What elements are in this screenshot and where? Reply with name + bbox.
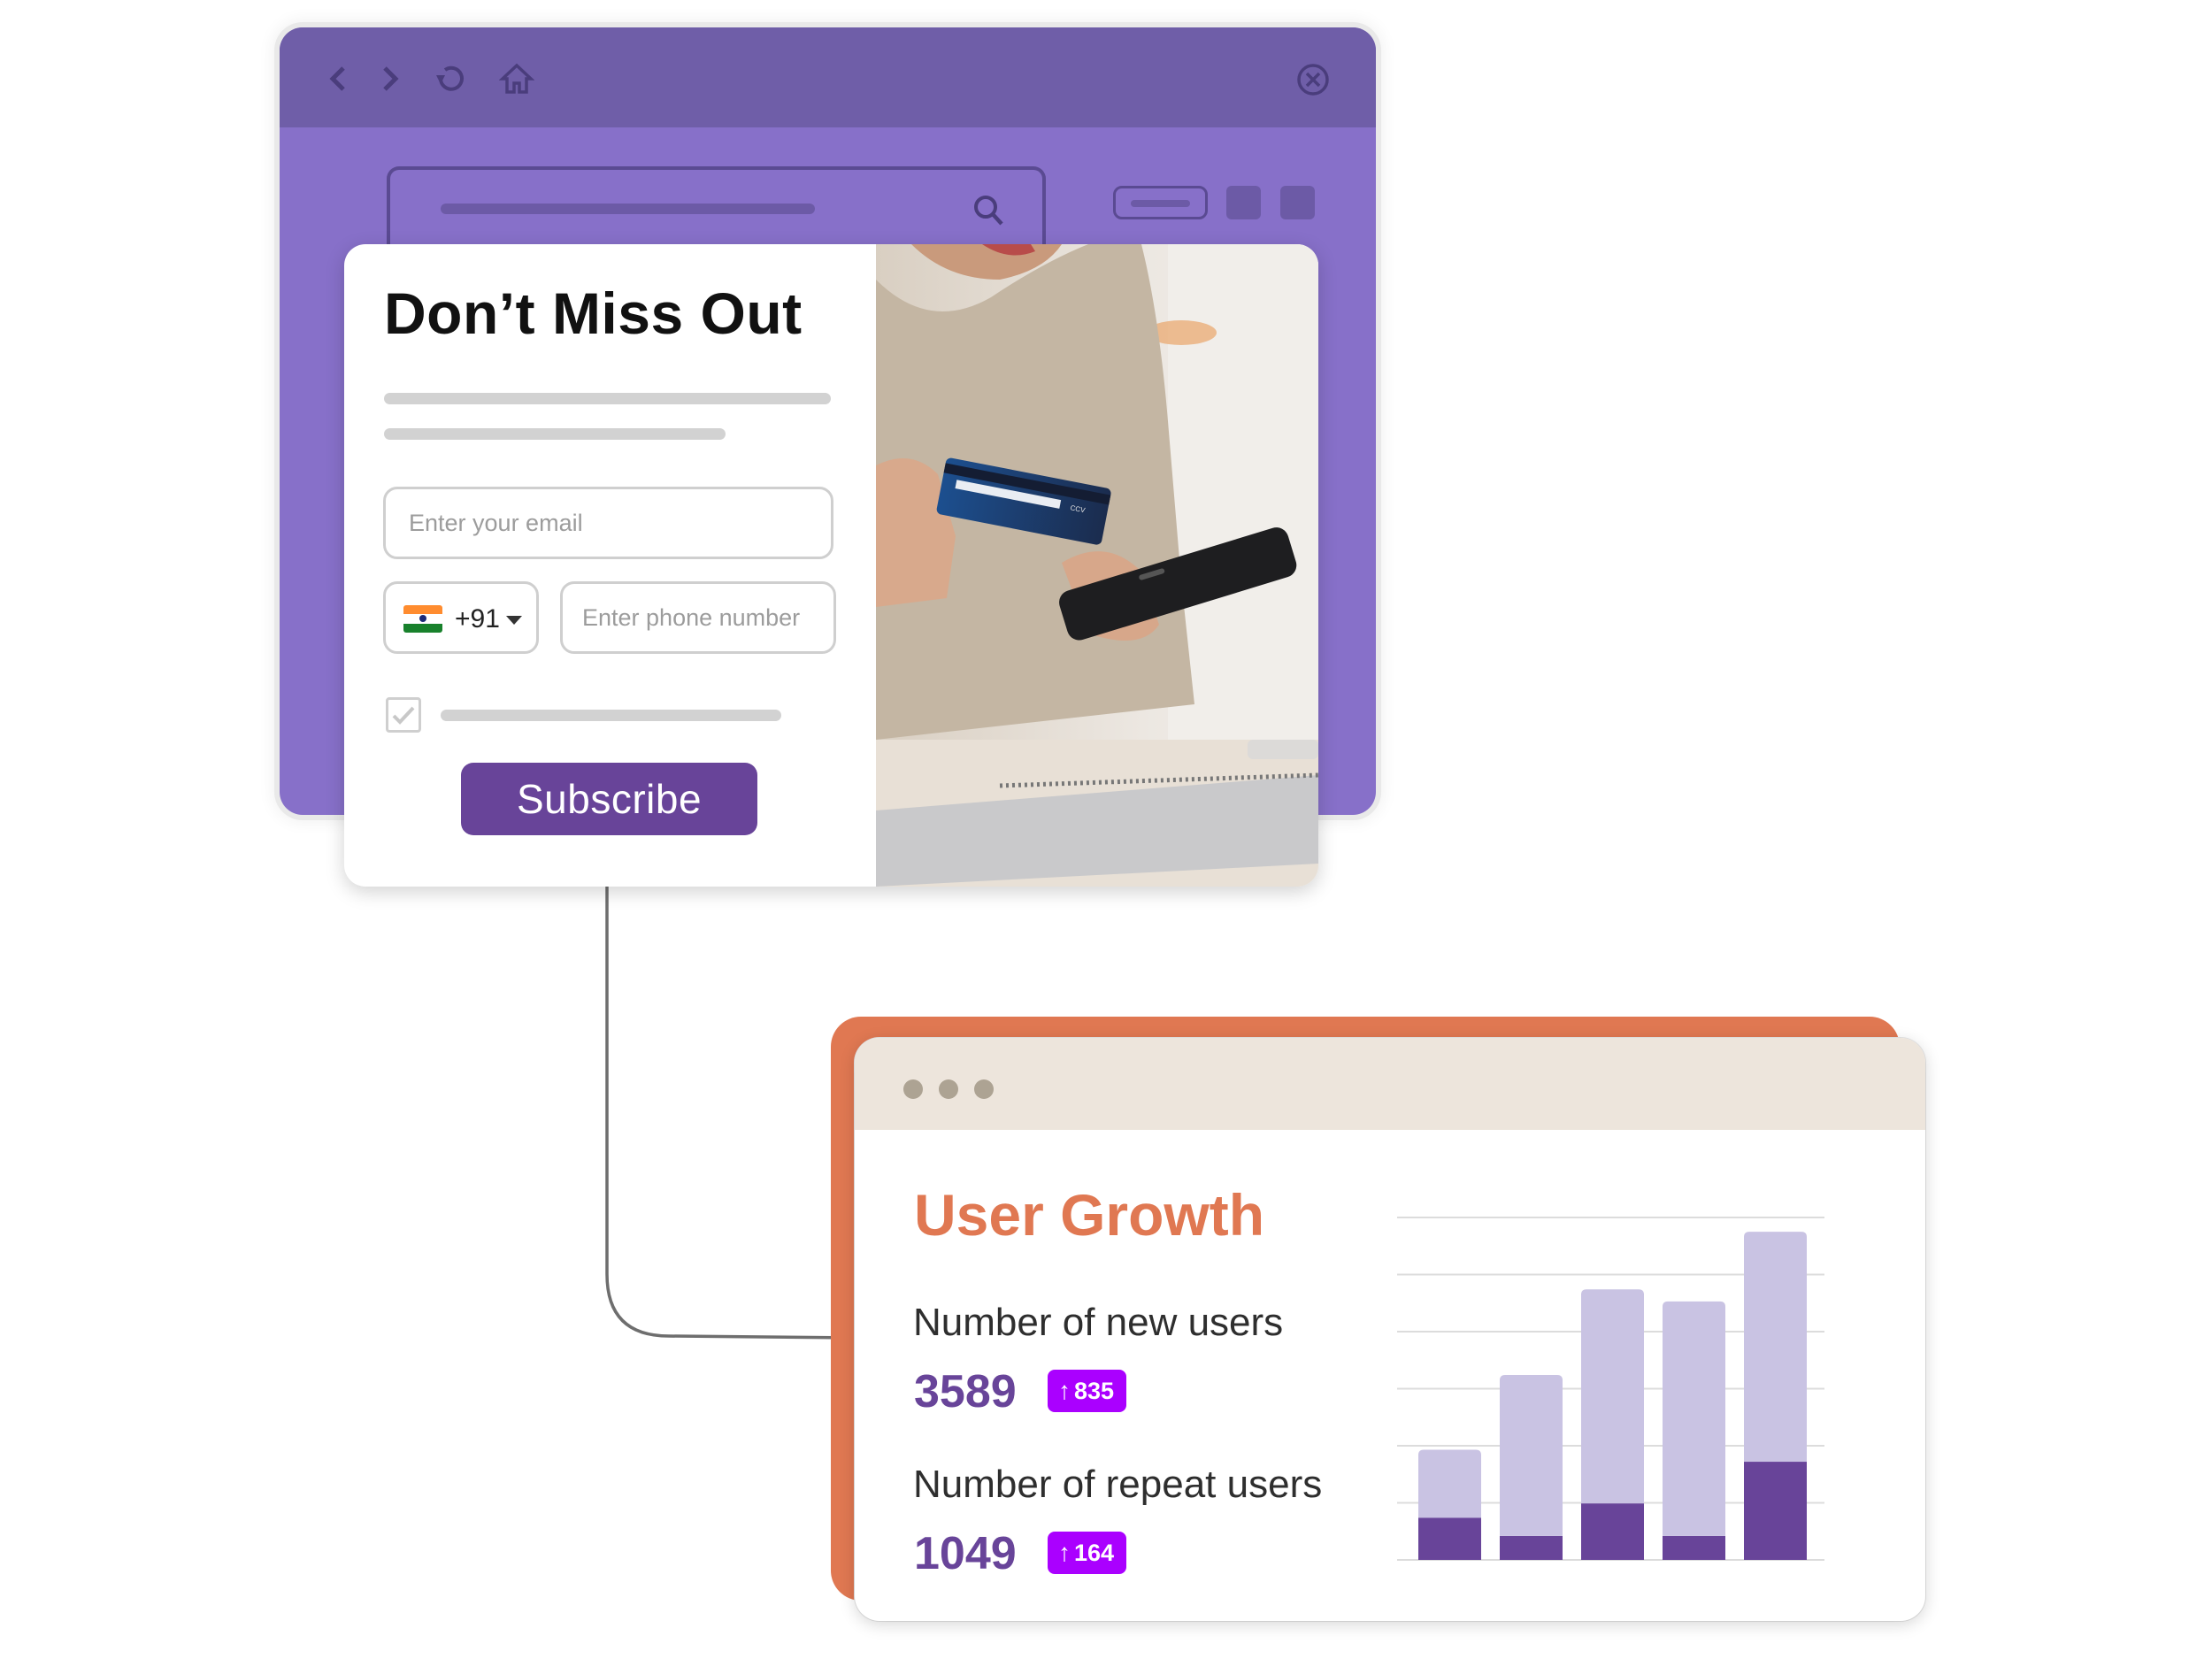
address-bar[interactable] — [387, 166, 1046, 246]
chevron-down-icon — [506, 616, 522, 625]
email-field[interactable] — [383, 487, 833, 559]
browser-toolbar — [280, 27, 1376, 127]
new-users-value: 3589 — [914, 1366, 1017, 1417]
checkmark-icon — [392, 706, 415, 725]
email-input[interactable] — [386, 489, 831, 557]
india-flag-icon — [403, 605, 442, 633]
user-growth-dashboard: User Growth Number of new users 3589 ↑ 83… — [855, 1038, 1925, 1621]
repeat-users-delta: 164 — [1074, 1540, 1115, 1566]
country-code: +91 — [455, 604, 500, 634]
window-dot-icon — [939, 1079, 958, 1099]
phone-input[interactable] — [563, 584, 833, 651]
toolbar-square-button[interactable] — [1280, 186, 1315, 219]
bar-segment-repeat-users — [1663, 1535, 1725, 1560]
bar-segment-new-users — [1418, 1449, 1481, 1518]
bar-segment-new-users — [1581, 1289, 1644, 1504]
bar-segment-repeat-users — [1581, 1503, 1644, 1560]
chevron-right-icon[interactable] — [373, 61, 408, 96]
bar-segment-new-users — [1663, 1301, 1725, 1536]
bar-segment-new-users — [1500, 1375, 1563, 1536]
toolbar-button[interactable] — [1113, 186, 1208, 219]
bar-segment-new-users — [1744, 1232, 1807, 1463]
consent-checkbox[interactable] — [386, 697, 421, 733]
text-placeholder-line — [384, 393, 831, 404]
subscribe-button[interactable]: Subscribe — [461, 763, 757, 835]
home-icon[interactable] — [499, 61, 534, 96]
bar-segment-repeat-users — [1744, 1462, 1807, 1560]
new-users-label: Number of new users — [913, 1301, 1284, 1344]
popup-title: Don’t Miss Out — [384, 280, 803, 346]
text-placeholder-line — [384, 428, 726, 440]
repeat-users-value: 1049 — [914, 1528, 1017, 1579]
consent-text-placeholder — [441, 710, 781, 721]
repeat-users-label: Number of repeat users — [913, 1463, 1323, 1506]
reload-icon[interactable] — [433, 61, 468, 96]
user-growth-chart — [1397, 1217, 1824, 1561]
bar-segment-repeat-users — [1418, 1517, 1481, 1560]
chevron-left-icon[interactable] — [320, 61, 356, 96]
country-code-select[interactable]: +91 — [383, 581, 539, 654]
promo-photo: CCV — [876, 244, 1318, 887]
repeat-users-delta-badge: ↑ 164 — [1048, 1532, 1127, 1574]
subscribe-popup: Don’t Miss Out +91 Subscribe — [344, 244, 1318, 887]
close-circle-icon[interactable] — [1295, 62, 1331, 97]
window-dot-icon — [903, 1079, 923, 1099]
search-icon[interactable] — [970, 191, 1009, 230]
phone-field[interactable] — [560, 581, 836, 654]
url-placeholder-bar — [441, 204, 815, 214]
dashboard-title: User Growth — [914, 1182, 1265, 1248]
toolbar-square-button[interactable] — [1226, 186, 1261, 219]
bar-segment-repeat-users — [1500, 1535, 1563, 1560]
arrow-up-icon: ↑ — [1058, 1377, 1071, 1404]
new-users-delta-badge: ↑ 835 — [1048, 1370, 1127, 1412]
window-dot-icon — [974, 1079, 994, 1099]
arrow-up-icon: ↑ — [1058, 1539, 1071, 1566]
new-users-delta: 835 — [1074, 1378, 1115, 1404]
dashboard-header — [855, 1038, 1925, 1130]
